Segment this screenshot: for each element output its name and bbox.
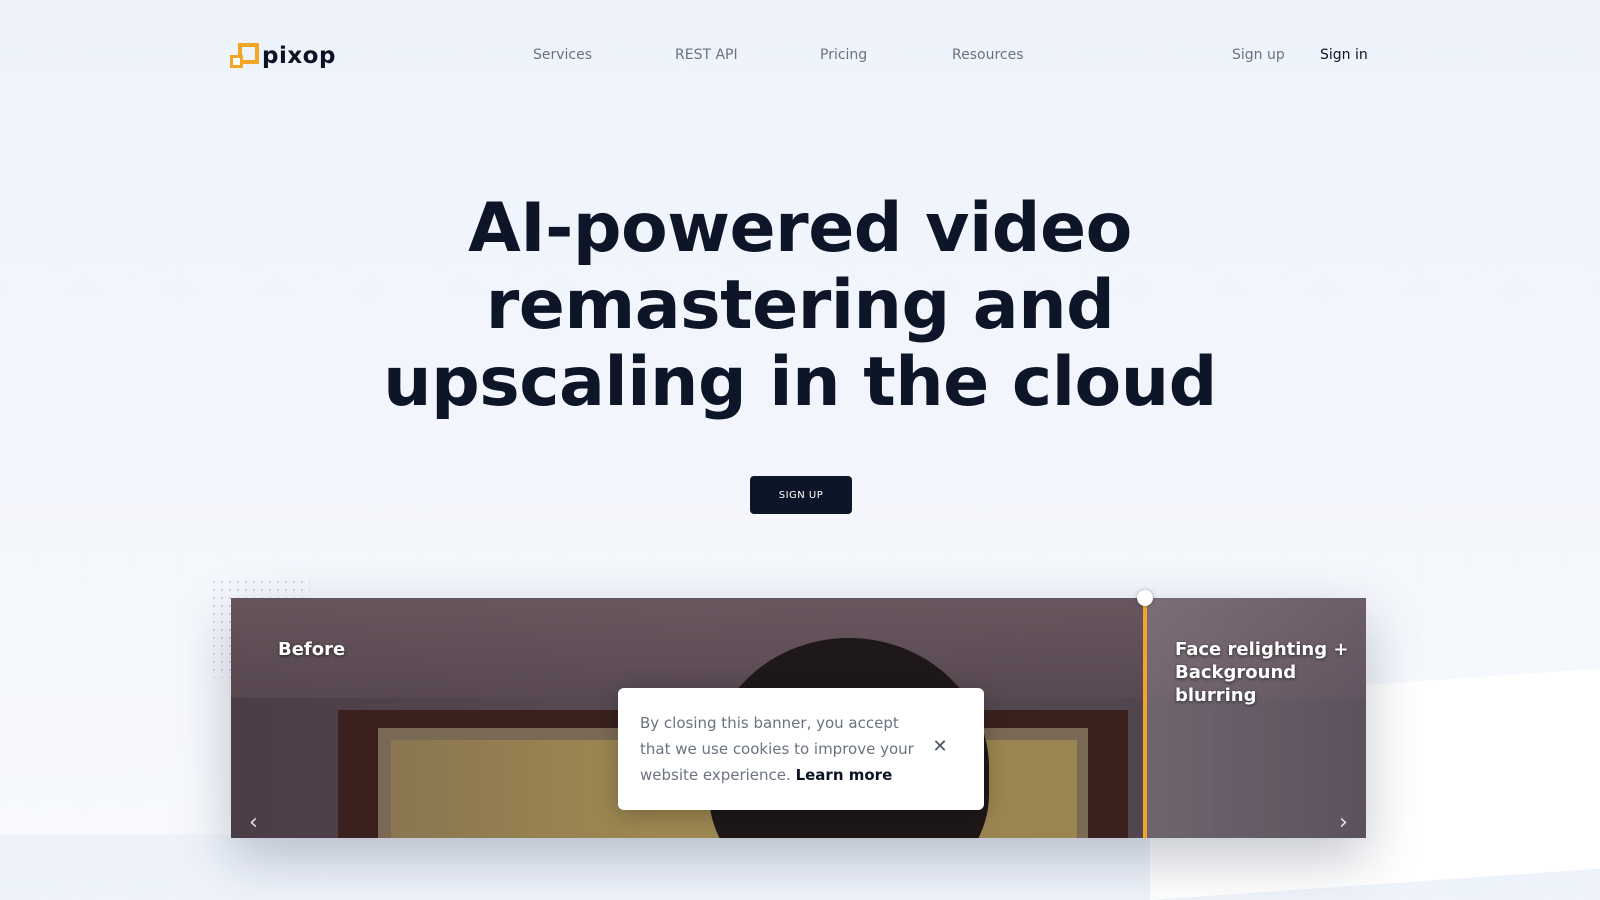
divider-handle[interactable]	[1137, 590, 1153, 606]
pixop-logo-icon	[230, 43, 259, 69]
nav-link-resources[interactable]: Resources	[952, 47, 1024, 63]
brand-name: pixop	[262, 43, 336, 69]
after-label: Face relighting + Background blurring	[1175, 639, 1349, 706]
before-label: Before	[278, 639, 346, 660]
nav-link-pricing[interactable]: Pricing	[820, 47, 867, 63]
chevron-right-icon[interactable]: ›	[1339, 810, 1348, 835]
after-overlay	[1145, 598, 1366, 838]
cookie-message: By closing this banner, you accept that …	[640, 714, 914, 784]
logo[interactable]: pixop	[230, 43, 336, 69]
sign-up-button[interactable]: SIGN UP	[750, 476, 852, 514]
comparison-divider[interactable]	[1143, 598, 1147, 838]
nav-link-rest-api[interactable]: REST API	[675, 47, 738, 63]
close-icon[interactable]: ✕	[930, 736, 950, 756]
site-header: pixop Services REST API Pricing Resource…	[0, 0, 1600, 114]
learn-more-link[interactable]: Learn more	[796, 766, 893, 784]
cookie-banner: By closing this banner, you accept that …	[618, 688, 984, 810]
nav-link-services[interactable]: Services	[533, 47, 592, 63]
sign-in-link[interactable]: Sign in	[1320, 47, 1368, 63]
sign-up-link[interactable]: Sign up	[1232, 47, 1285, 63]
chevron-left-icon[interactable]: ‹	[249, 810, 258, 835]
hero-title: AI-powered video remastering and upscali…	[383, 189, 1217, 422]
